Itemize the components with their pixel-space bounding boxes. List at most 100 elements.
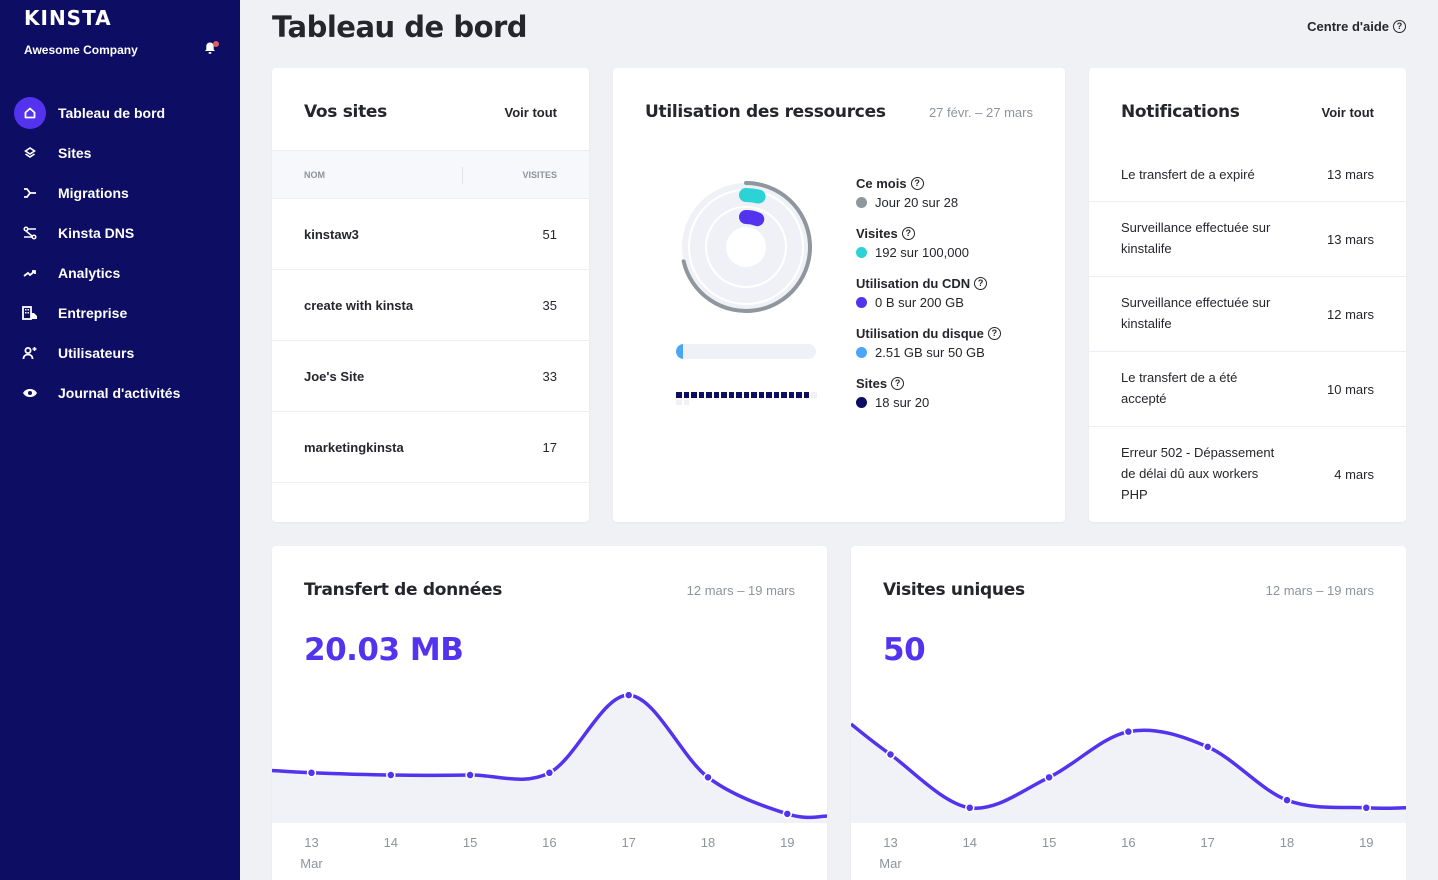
sidebar-item-analytics[interactable]: Analytics [0, 253, 240, 293]
sidebar-item-label: Utilisateurs [58, 345, 135, 361]
legend-item-visits: Visites? 192 sur 100,000 [856, 224, 1001, 274]
legend-label: Visites [856, 225, 898, 241]
site-slot-used [758, 392, 764, 398]
legend-item-month: Ce mois? Jour 20 sur 28 [856, 174, 1001, 224]
usage-ring-chart [681, 181, 812, 313]
legend-item-sites: Sites? 18 sur 20 [856, 374, 1001, 424]
chart-data-point[interactable] [1202, 742, 1213, 752]
home-icon [14, 97, 46, 129]
ring-cdn-arc [739, 210, 765, 227]
chart-area-fill [272, 695, 827, 823]
legend-dot [856, 347, 867, 358]
column-divider [462, 167, 463, 184]
chart-data-point[interactable] [703, 772, 713, 783]
legend-item-disk: Utilisation du disque? 2.51 GB sur 50 GB [856, 324, 1001, 374]
site-name: Joe's Site [304, 369, 365, 384]
chart-data-point[interactable] [1361, 803, 1372, 813]
help-icon[interactable]: ? [987, 326, 1001, 340]
chart-data-point[interactable] [386, 770, 396, 780]
site-slot-used [728, 392, 734, 398]
site-slot-used [676, 392, 682, 398]
sidebar-item-label: Tableau de bord [58, 105, 166, 121]
help-icon[interactable]: ? [891, 376, 905, 390]
notification-text: Erreur 502 - Dépassement de délai dû aux… [1121, 445, 1275, 502]
help-center-label: Centre d'aide [1307, 19, 1389, 34]
chart-data-point[interactable] [1282, 795, 1292, 805]
notification-item[interactable]: Surveillance effectuée sur kinstalife 12… [1089, 277, 1406, 352]
notifications-card: Notifications Voir tout Le transfert de … [1089, 68, 1406, 522]
legend-label: Sites [856, 375, 888, 391]
x-tick-label: 14 [963, 835, 977, 850]
table-row[interactable]: Joe's Site 33 [272, 341, 589, 412]
unique-visits-chart: 13 14 15 16 17 18 19 Mar [851, 722, 1406, 871]
notification-item[interactable]: Le transfert de a été accepté 10 mars [1089, 352, 1406, 427]
sidebar-item-sites[interactable]: Sites [0, 133, 240, 173]
x-tick-label: 15 [1042, 835, 1056, 850]
sidebar-item-journal[interactable]: Journal d'activités [0, 373, 240, 413]
site-slot-used [796, 392, 802, 398]
sidebar-item-entreprise[interactable]: Entreprise [0, 293, 240, 333]
notification-item[interactable]: Surveillance effectuée sur kinstalife 13… [1089, 202, 1406, 277]
sidebar-item-utilisateurs[interactable]: Utilisateurs [0, 333, 240, 373]
table-row[interactable]: marketingkinsta 17 [272, 412, 589, 483]
notification-item[interactable]: Erreur 502 - Dépassement de délai dû aux… [1089, 427, 1406, 522]
site-slot-used [781, 392, 787, 398]
x-tick-label: 17 [621, 835, 635, 850]
layers-icon [14, 137, 46, 169]
site-slot-used [773, 392, 779, 398]
kinsta-logo[interactable]: KINSTA [24, 6, 112, 30]
chart-data-point[interactable] [885, 749, 896, 760]
chart-data-point[interactable] [306, 768, 317, 778]
data-transfer-range: 12 mars – 19 mars [686, 583, 795, 598]
site-slot-used [743, 392, 749, 398]
company-name[interactable]: Awesome Company [24, 43, 138, 57]
x-tick-label: 18 [701, 835, 715, 850]
notifications-view-all-link[interactable]: Voir tout [1322, 105, 1374, 120]
legend-value: Jour 20 sur 28 [875, 195, 959, 210]
sidebar-item-label: Entreprise [58, 305, 128, 321]
legend-item-cdn: Utilisation du CDN? 0 B sur 200 GB [856, 274, 1001, 324]
data-transfer-title: Transfert de données [304, 580, 503, 600]
table-row[interactable]: kinstaw3 51 [272, 199, 589, 270]
sidebar-item-dashboard[interactable]: Tableau de bord [0, 93, 240, 133]
sites-card: Vos sites Voir tout NOM VISITES kinstaw3… [272, 68, 589, 522]
legend-label: Utilisation du disque [856, 325, 984, 341]
help-center-link[interactable]: Centre d'aide ? [1307, 19, 1406, 34]
chart-data-point[interactable] [782, 809, 793, 819]
chart-data-point[interactable] [1044, 772, 1054, 783]
x-tick-label: 19 [1359, 835, 1373, 850]
data-transfer-card: Transfert de données 12 mars – 19 mars 2… [272, 546, 827, 880]
sidebar-item-label: Analytics [58, 265, 121, 281]
help-icon[interactable]: ? [901, 226, 915, 240]
legend-value: 2.51 GB sur 50 GB [875, 345, 985, 360]
site-slot-used [766, 392, 772, 398]
notification-item[interactable]: Le transfert de a expiré 13 mars [1089, 150, 1406, 202]
chart-data-point[interactable] [465, 770, 475, 780]
sidebar-item-kinsta-dns[interactable]: Kinsta DNS [0, 213, 240, 253]
sidebar-item-label: Kinsta DNS [58, 225, 135, 241]
help-icon[interactable]: ? [974, 276, 988, 290]
x-axis-month-label: Mar [879, 856, 902, 871]
site-visits: 17 [542, 440, 557, 455]
site-visits: 51 [542, 227, 557, 242]
column-header-name[interactable]: NOM [304, 170, 325, 180]
help-icon: ? [1393, 20, 1406, 33]
sites-view-all-link[interactable]: Voir tout [505, 105, 557, 120]
sidebar-item-migrations[interactable]: Migrations [0, 173, 240, 213]
site-slot-used [713, 392, 719, 398]
chart-data-point[interactable] [544, 768, 555, 778]
site-name: kinstaw3 [304, 227, 359, 242]
notification-date: 13 mars [1327, 232, 1374, 247]
data-transfer-chart: 13 14 15 16 17 18 19 Mar [272, 690, 827, 871]
x-axis-month-label: Mar [300, 856, 323, 871]
site-slot-used [721, 392, 727, 398]
chart-data-point[interactable] [1123, 726, 1134, 737]
unique-visits-total: 50 [883, 632, 926, 668]
x-tick-label: 13 [304, 835, 318, 850]
help-icon[interactable]: ? [910, 176, 924, 190]
chart-data-point[interactable] [623, 690, 634, 700]
site-slot-used [706, 392, 712, 398]
column-header-visits[interactable]: VISITES [522, 170, 557, 180]
table-row[interactable]: create with kinsta 35 [272, 270, 589, 341]
chart-data-point[interactable] [965, 803, 975, 813]
